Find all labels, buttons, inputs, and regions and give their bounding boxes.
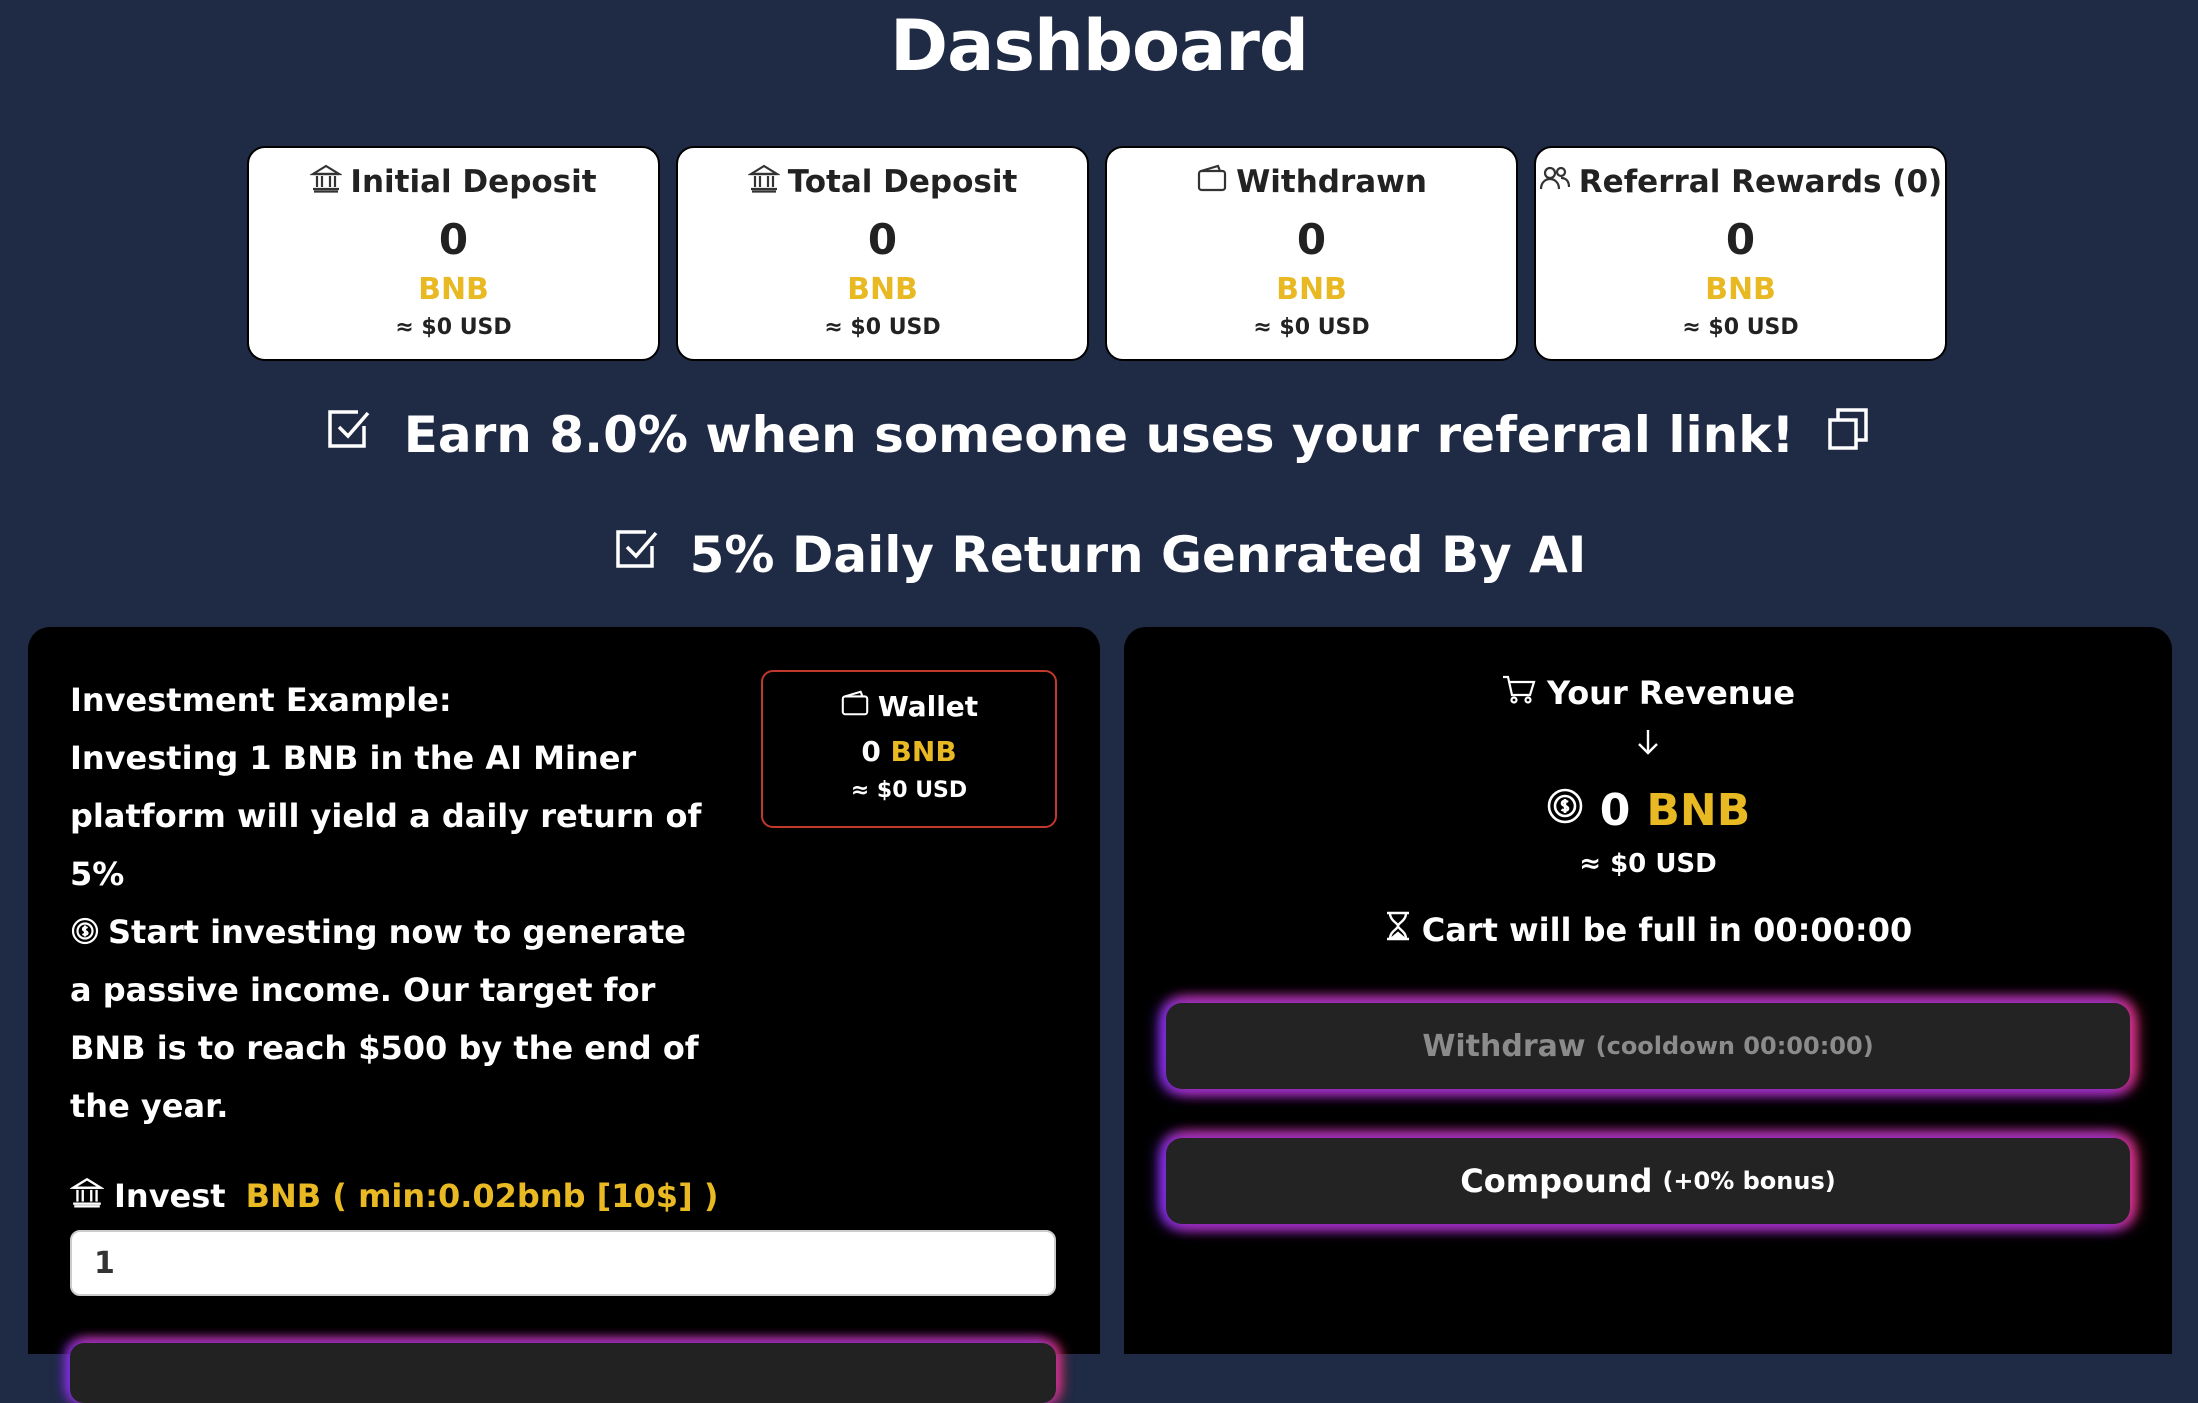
stat-value: 0 [438, 215, 469, 264]
bank-icon [69, 1175, 105, 1217]
wallet-box: Wallet 0 BNB ≈ $0 USD [761, 670, 1057, 828]
copy-icon[interactable] [1824, 404, 1874, 466]
revenue-unit: BNB [1646, 785, 1751, 836]
stat-usd: ≈ $0 USD [1253, 315, 1370, 340]
invest-hint: BNB ( min:0.02bnb [10$] ) [245, 1177, 719, 1215]
stat-unit: BNB [418, 272, 489, 307]
stat-card-initial-deposit: Initial Deposit 0 BNB ≈ $0 USD [247, 146, 660, 361]
stat-unit: BNB [1276, 272, 1347, 307]
stat-card-referral-rewards: Referral Rewards (0) 0 BNB ≈ $0 USD [1534, 146, 1947, 361]
wallet-balance: 0 [861, 735, 881, 768]
checkbox-icon [324, 404, 374, 466]
wallet-icon [1196, 162, 1228, 202]
invest-label-row: Invest BNB ( min:0.02bnb [10$] ) [69, 1175, 719, 1217]
coin-icon [1546, 785, 1584, 836]
hourglass-icon [1384, 911, 1412, 949]
bank-icon [309, 162, 344, 202]
referral-banner: Earn 8.0% when someone uses your referra… [0, 404, 2198, 466]
checkbox-icon [612, 524, 662, 586]
stat-usd: ≈ $0 USD [824, 315, 941, 340]
withdraw-label: Withdraw [1422, 1028, 1586, 1064]
wallet-icon [840, 688, 870, 725]
bank-icon [746, 162, 781, 202]
stat-unit: BNB [847, 272, 918, 307]
stats-row: Initial Deposit 0 BNB ≈ $0 USD Total Dep… [247, 146, 1951, 361]
example-heading: Investment Example: [70, 681, 452, 719]
wallet-unit: BNB [890, 735, 957, 768]
stat-label: Withdrawn [1236, 164, 1427, 200]
compound-bonus: (+0% bonus) [1662, 1167, 1836, 1195]
arrow-down-icon [1633, 730, 1663, 761]
revenue-usd: ≈ $0 USD [1579, 849, 1717, 879]
stat-usd: ≈ $0 USD [395, 315, 512, 340]
compound-label: Compound [1460, 1162, 1653, 1200]
stat-label: Total Deposit [787, 164, 1018, 200]
stat-unit: BNB [1705, 272, 1776, 307]
wallet-usd: ≈ $0 USD [850, 778, 968, 803]
referral-text: Earn 8.0% when someone uses your referra… [403, 406, 1795, 464]
withdraw-button[interactable]: Withdraw (cooldown 00:00:00) [1166, 1003, 2130, 1089]
stat-label: Initial Deposit [350, 164, 597, 200]
coin-icon [70, 913, 108, 951]
revenue-panel: Your Revenue 0 BNB ≈ $0 USD Cart will be… [1124, 627, 2172, 1354]
revenue-label: Your Revenue [1546, 674, 1796, 712]
revenue-amount: 0 [1599, 785, 1631, 836]
stat-usd: ≈ $0 USD [1682, 315, 1799, 340]
wallet-label: Wallet [877, 690, 979, 723]
example-line-2: Start investing now to generate a passiv… [70, 913, 699, 1125]
withdraw-cooldown: (cooldown 00:00:00) [1595, 1032, 1874, 1060]
stat-value: 0 [1296, 215, 1327, 264]
stat-label: Referral Rewards (0) [1578, 164, 1943, 200]
invest-panel: Investment Example: Investing 1 BNB in t… [28, 627, 1100, 1403]
stat-value: 0 [1725, 215, 1756, 264]
stat-card-total-deposit: Total Deposit 0 BNB ≈ $0 USD [676, 146, 1089, 361]
invest-amount-input[interactable] [70, 1230, 1056, 1296]
invest-label: Invest [114, 1177, 226, 1215]
stat-value: 0 [867, 215, 898, 264]
daily-return-text: 5% Daily Return Genrated By AI [689, 526, 1587, 584]
stat-card-withdrawn: Withdrawn 0 BNB ≈ $0 USD [1105, 146, 1518, 361]
cart-full-text: Cart will be full in 00:00:00 [1421, 911, 1913, 949]
investment-example: Investment Example: Investing 1 BNB in t… [70, 671, 710, 1135]
example-line-1: Investing 1 BNB in the AI Miner platform… [70, 739, 702, 893]
invest-button[interactable] [70, 1343, 1056, 1403]
page-title: Dashboard [890, 5, 1309, 87]
daily-return-banner: 5% Daily Return Genrated By AI [0, 524, 2198, 586]
users-icon [1539, 162, 1571, 202]
cart-icon [1501, 671, 1537, 715]
compound-button[interactable]: Compound (+0% bonus) [1166, 1138, 2130, 1224]
